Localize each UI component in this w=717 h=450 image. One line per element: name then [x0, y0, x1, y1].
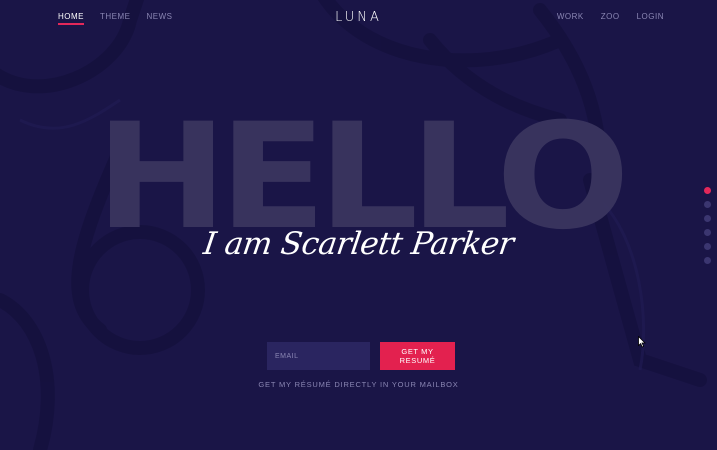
section-dot-4[interactable]: [704, 229, 711, 236]
mouse-pointer-icon: [638, 336, 646, 348]
email-field[interactable]: [267, 342, 370, 370]
section-dot-6[interactable]: [704, 257, 711, 264]
hero-subtitle: I am Scarlett Parker: [201, 226, 516, 262]
section-dot-3[interactable]: [704, 215, 711, 222]
hero-section: HOME THEME NEWS WORK ZOO LOGIN LUNA HELL…: [0, 0, 717, 450]
section-dot-5[interactable]: [704, 243, 711, 250]
resume-form: GET MY RESUMÉ: [267, 342, 455, 370]
logo-text[interactable]: LUNA: [335, 10, 382, 25]
form-caption: GET MY RÉSUMÉ DIRECTLY IN YOUR MAILBOX: [258, 380, 459, 389]
get-resume-button[interactable]: GET MY RESUMÉ: [380, 342, 455, 370]
section-dot-nav: [704, 187, 711, 264]
section-dot-2[interactable]: [704, 201, 711, 208]
logo: LUNA: [0, 10, 717, 25]
section-dot-1[interactable]: [704, 187, 711, 194]
